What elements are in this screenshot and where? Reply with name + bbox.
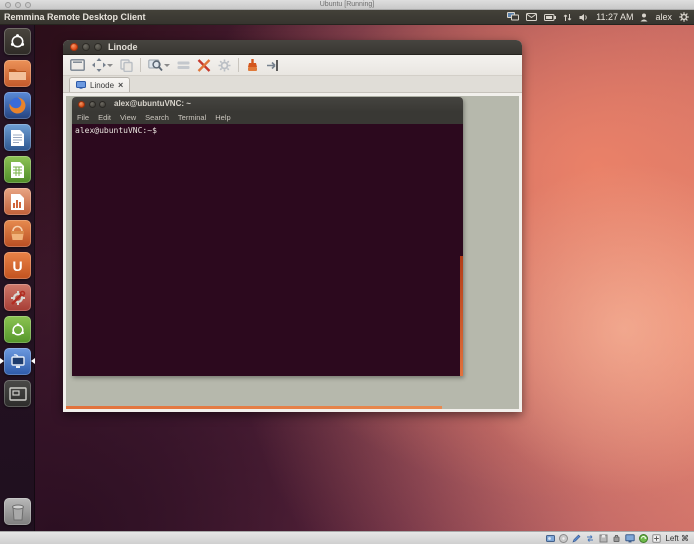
launcher-focused-indicator	[31, 358, 35, 364]
active-app-title: Remmina Remote Desktop Client	[0, 12, 146, 22]
exit-button[interactable]	[266, 59, 281, 72]
remote-connection-icon	[76, 81, 86, 89]
tools-button[interactable]	[197, 59, 211, 72]
remote-terminal-window: alex@ubuntuVNC: ~ File Edit View Search …	[72, 97, 463, 376]
launcher-item-home-folder[interactable]	[4, 60, 31, 87]
menu-search[interactable]: Search	[145, 113, 169, 122]
features-icon[interactable]	[639, 534, 648, 543]
launcher-item-libreoffice-calc[interactable]	[4, 156, 31, 183]
virtualbox-statusbar: Left ⌘	[0, 531, 694, 544]
menu-file[interactable]: File	[77, 113, 89, 122]
session-gear-icon[interactable]	[679, 12, 689, 22]
terminal-close-button[interactable]	[78, 101, 85, 108]
terminal-titlebar[interactable]: alex@ubuntuVNC: ~	[72, 97, 463, 111]
scale-window-button[interactable]	[92, 58, 113, 72]
menu-view[interactable]: View	[120, 113, 136, 122]
sync-arrows-icon[interactable]	[563, 13, 572, 22]
battery-icon[interactable]	[544, 14, 556, 21]
username-label[interactable]: alex	[655, 12, 672, 22]
clock[interactable]: 11:27 AM	[596, 12, 633, 22]
menu-help[interactable]: Help	[215, 113, 230, 122]
window-minimize-button[interactable]	[82, 43, 90, 51]
remmina-window: Linode	[63, 40, 522, 412]
remmina-window-title: Linode	[108, 42, 138, 52]
launcher-item-remmina[interactable]	[4, 348, 31, 375]
mac-titlebar: Ubuntu [Running]	[0, 0, 694, 10]
window-maximize-button[interactable]	[94, 43, 102, 51]
launcher-item-software-updater[interactable]	[4, 316, 31, 343]
mouse-integration-icon[interactable]	[652, 534, 661, 543]
toolbar-separator	[140, 58, 141, 72]
toolbar-separator	[238, 58, 239, 72]
launcher-item-trash[interactable]	[4, 498, 31, 525]
terminal-title: alex@ubuntuVNC: ~	[114, 99, 191, 108]
launcher-item-software-center[interactable]	[4, 220, 31, 247]
optical-disc-icon[interactable]	[559, 534, 568, 543]
usb-icon[interactable]	[612, 534, 621, 543]
remmina-titlebar[interactable]: Linode	[63, 40, 522, 55]
launcher-item-system-settings[interactable]	[4, 284, 31, 311]
remmina-viewport: alex@ubuntuVNC: ~ File Edit View Search …	[63, 93, 522, 412]
preferences-button[interactable]	[218, 59, 231, 72]
hdd-icon[interactable]	[546, 534, 555, 543]
vnc-remote-desktop[interactable]: alex@ubuntuVNC: ~ File Edit View Search …	[66, 96, 519, 409]
terminal-prompt: alex@ubuntuVNC:~$	[75, 126, 157, 135]
menu-terminal[interactable]: Terminal	[178, 113, 206, 122]
ubuntu-top-panel: Remmina Remote Desktop Client 11:27 AM a…	[0, 10, 694, 25]
tab-close-icon[interactable]: ×	[118, 81, 123, 90]
user-icon[interactable]	[640, 13, 648, 22]
panel-indicators: 11:27 AM alex	[507, 12, 694, 22]
vnc-render-artifact-vertical	[460, 256, 463, 376]
host-key-label: Left ⌘	[665, 534, 689, 543]
zoom-button[interactable]	[148, 58, 170, 72]
disconnect-button[interactable]	[246, 58, 259, 72]
ubuntu-one-letter: U	[12, 259, 22, 273]
launcher-item-libreoffice-writer[interactable]	[4, 124, 31, 151]
grab-keyboard-button[interactable]	[120, 59, 133, 72]
launcher-item-libreoffice-impress[interactable]	[4, 188, 31, 215]
launcher-item-dash-home[interactable]	[4, 28, 31, 55]
volume-icon[interactable]	[579, 13, 589, 22]
marker-icon[interactable]	[572, 534, 581, 543]
tab-label: Linode	[90, 81, 114, 90]
screen: Ubuntu [Running] Remmina Remote Desktop …	[0, 0, 694, 544]
launcher-running-indicator	[0, 358, 4, 364]
fullscreen-button[interactable]	[70, 59, 85, 71]
vnc-render-artifact-horizontal	[66, 406, 442, 409]
scale-dropdown-caret[interactable]	[107, 64, 113, 67]
remote-desktops-icon[interactable]	[507, 12, 519, 22]
launcher-item-ubuntu-one[interactable]: U	[4, 252, 31, 279]
floppy-icon[interactable]	[599, 534, 608, 543]
mail-icon[interactable]	[526, 13, 537, 21]
tab-linode[interactable]: Linode ×	[69, 77, 130, 92]
remmina-tab-bar: Linode ×	[63, 76, 522, 93]
terminal-maximize-button[interactable]	[99, 101, 106, 108]
mac-window-title: Ubuntu [Running]	[0, 1, 694, 8]
menu-edit[interactable]: Edit	[98, 113, 111, 122]
terminal-body[interactable]: alex@ubuntuVNC:~$	[72, 124, 463, 376]
launcher-item-firefox[interactable]	[4, 92, 31, 119]
remmina-toolbar	[63, 55, 522, 76]
keyboard-shortcuts-button[interactable]	[177, 60, 190, 70]
zoom-dropdown-caret[interactable]	[164, 64, 170, 67]
terminal-menubar: File Edit View Search Terminal Help	[72, 111, 463, 124]
desktop-wallpaper: U	[0, 25, 694, 531]
network-icon[interactable]	[585, 534, 595, 543]
terminal-minimize-button[interactable]	[89, 101, 96, 108]
display-icon[interactable]	[625, 534, 635, 543]
window-close-button[interactable]	[70, 43, 78, 51]
launcher-item-workspace-window[interactable]	[4, 380, 31, 407]
unity-launcher: U	[0, 25, 35, 531]
